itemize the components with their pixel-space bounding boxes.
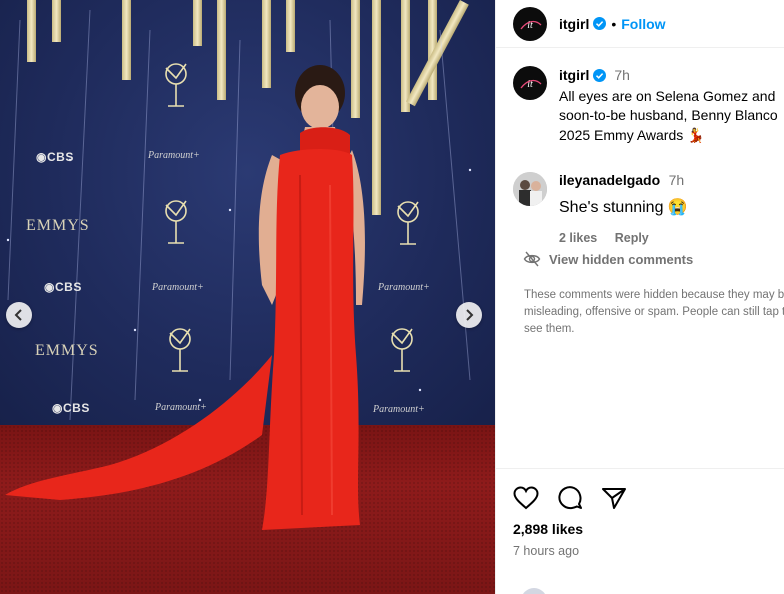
previous-photo-button[interactable] [6, 302, 32, 328]
commenter-photo [513, 172, 547, 206]
share-button[interactable] [601, 486, 627, 510]
post-actions [513, 485, 645, 511]
caption-line: 2025 Emmy Awards 💃 [559, 126, 705, 143]
comment-item: ileyanadelgado 7h She's stunning 😭 2 lik… [513, 172, 784, 245]
commenter-avatar[interactable] [513, 172, 547, 206]
verified-badge-icon [593, 69, 607, 83]
verified-badge-icon [593, 17, 607, 30]
comment-text: She's stunning 😭 [559, 199, 688, 216]
itgirl-logo: it [514, 67, 546, 99]
posted-time[interactable]: 7 hours ago [513, 544, 579, 558]
instagram-post-view: ◉CBS Paramount+ EMMYS ◉CBS Paramount+ Pa… [0, 0, 784, 594]
post-caption: it itgirl 7h All eyes are on Selena Gome… [513, 66, 784, 145]
divider [496, 468, 784, 469]
comment-bubble-icon [558, 486, 582, 510]
caption-line: All eyes are on Selena Gomez and [559, 87, 776, 104]
follow-button[interactable]: Follow [621, 16, 665, 32]
view-hidden-comments-button[interactable]: View hidden comments [523, 250, 693, 268]
eye-slash-icon [523, 251, 541, 267]
chevron-left-icon [14, 309, 22, 321]
likes-count[interactable]: 2,898 likes [513, 521, 583, 537]
caption-time[interactable]: 7h [614, 66, 630, 86]
reply-button[interactable]: Reply [615, 231, 649, 245]
itgirl-logo: it [514, 7, 546, 40]
comment-likes[interactable]: 2 likes [559, 231, 597, 245]
separator-dot: • [611, 15, 617, 32]
commenter-username[interactable]: ileyanadelgado [559, 172, 660, 188]
next-photo-button[interactable] [456, 302, 482, 328]
post-side-panel: it itgirl • Follow it itgirl 7h All eyes… [495, 0, 784, 594]
comment-time[interactable]: 7h [669, 172, 685, 188]
like-button[interactable] [513, 486, 539, 510]
author-username[interactable]: itgirl [559, 16, 589, 32]
comment-button[interactable] [557, 485, 583, 511]
woman-in-red-gown [5, 65, 365, 530]
hidden-comments-note: These comments were hidden because they … [524, 289, 784, 335]
view-hidden-comments-label: View hidden comments [549, 251, 694, 267]
post-header: it itgirl • Follow [496, 0, 784, 48]
chevron-right-icon [466, 309, 474, 321]
heart-icon [513, 486, 539, 510]
author-avatar[interactable]: it [513, 66, 547, 100]
caption-line: soon-to-be husband, Benny Blanco [559, 107, 778, 123]
caption-username[interactable]: itgirl [559, 66, 589, 86]
share-paper-plane-icon [602, 488, 626, 509]
comment-box-avatar [521, 588, 547, 594]
author-avatar[interactable]: it [513, 6, 547, 41]
post-photo[interactable]: ◉CBS Paramount+ EMMYS ◉CBS Paramount+ Pa… [0, 0, 495, 594]
